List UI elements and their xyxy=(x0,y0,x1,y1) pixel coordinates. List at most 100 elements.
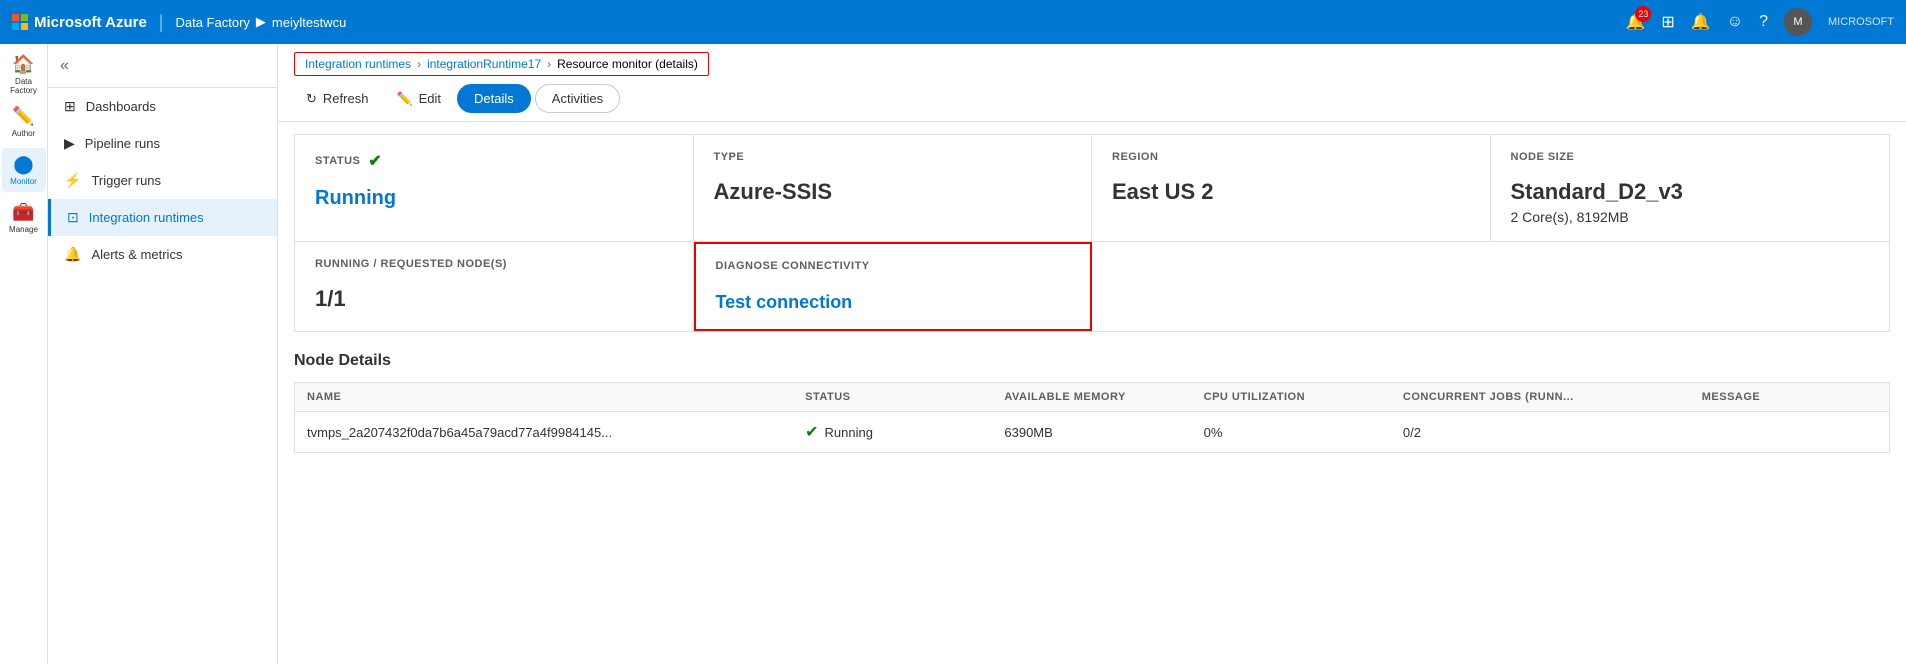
main-layout: 🏠 Data Factory ✏️ Author ⬤ Monitor 🧰 Man… xyxy=(0,44,1906,664)
info-cards-row2: RUNNING / REQUESTED NODE(S) 1/1 DIAGNOSE… xyxy=(294,242,1890,332)
nav-item-integration-runtimes[interactable]: ⊡ Integration runtimes xyxy=(48,199,277,236)
card-status-value: Running xyxy=(315,187,673,210)
pipeline-runs-icon: ▶ xyxy=(64,135,75,152)
nav-label-alerts-metrics: Alerts & metrics xyxy=(91,247,182,262)
row-status-label: Running xyxy=(825,425,873,440)
col-header-status: STATUS xyxy=(793,391,992,403)
card-node-size: NODE SIZE Standard_D2_v3 2 Core(s), 8192… xyxy=(1491,135,1890,241)
node-details: Node Details NAME STATUS AVAILABLE MEMOR… xyxy=(294,352,1890,453)
edit-label: Edit xyxy=(419,91,441,106)
sidebar-item-monitor[interactable]: ⬤ Monitor xyxy=(2,148,46,192)
card-status-label: STATUS ✔ xyxy=(315,151,673,171)
card-type-value: Azure-SSIS xyxy=(714,179,1072,205)
cell-cpu: 0% xyxy=(1192,412,1391,452)
nav-panel: « ⊞ Dashboards ▶ Pipeline runs ⚡ Trigger… xyxy=(48,44,278,664)
left-sidebar: 🏠 Data Factory ✏️ Author ⬤ Monitor 🧰 Man… xyxy=(0,44,48,664)
integration-runtimes-icon: ⊡ xyxy=(67,209,79,226)
tab-activities[interactable]: Activities xyxy=(535,84,620,113)
breadcrumb-runtime17[interactable]: integrationRuntime17 xyxy=(427,57,541,71)
breadcrumb: Integration runtimes › integrationRuntim… xyxy=(294,52,709,76)
card-type: TYPE Azure-SSIS xyxy=(694,135,1093,241)
card-region: REGION East US 2 xyxy=(1092,135,1491,241)
nav-breadcrumb-instance[interactable]: meiyltestwcu xyxy=(272,15,346,30)
breadcrumb-bar: Integration runtimes › integrationRuntim… xyxy=(278,44,1906,76)
col-header-cpu: CPU UTILIZATION xyxy=(1192,391,1391,403)
card-node-size-value: Standard_D2_v3 xyxy=(1511,179,1870,205)
sidebar-item-manage[interactable]: 🧰 Manage xyxy=(2,196,46,240)
nav-item-pipeline-runs[interactable]: ▶ Pipeline runs xyxy=(48,125,277,162)
card-region-label: REGION xyxy=(1112,151,1470,163)
nav-breadcrumb-arrow: ▶ xyxy=(256,14,266,30)
notifications-icon[interactable]: 🔔 23 xyxy=(1626,12,1646,32)
help-icon[interactable]: ? xyxy=(1759,13,1768,31)
trigger-runs-icon: ⚡ xyxy=(64,172,81,189)
brand-label: Microsoft Azure xyxy=(34,14,147,31)
avatar[interactable]: M xyxy=(1784,8,1812,36)
sidebar-label-author: Author xyxy=(12,129,36,138)
dashboards-icon: ⊞ xyxy=(64,98,76,115)
card-diagnose-label: DIAGNOSE CONNECTIVITY xyxy=(716,260,1071,272)
smiley-icon[interactable]: ☺ xyxy=(1727,13,1743,31)
microsoft-label: MICROSOFT xyxy=(1828,16,1894,28)
nav-breadcrumb-df[interactable]: Data Factory xyxy=(175,15,249,30)
top-nav-right: 🔔 23 ⊞ 🔔 ☺ ? M MICROSOFT xyxy=(1626,8,1895,36)
card-nodes-label: RUNNING / REQUESTED NODE(S) xyxy=(315,258,673,270)
table-header: NAME STATUS AVAILABLE MEMORY CPU UTILIZA… xyxy=(294,382,1890,412)
nav-separator: | xyxy=(159,12,164,33)
home-icon: 🏠 xyxy=(12,54,34,75)
manage-icon: 🧰 xyxy=(12,202,34,223)
info-cards-row1: STATUS ✔ Running TYPE Azure-SSIS REGION … xyxy=(294,134,1890,242)
card-type-label: TYPE xyxy=(714,151,1072,163)
table-row: tvmps_2a207432f0da7b6a45a79acd77a4f99841… xyxy=(294,412,1890,453)
tab-activities-label: Activities xyxy=(552,91,603,106)
edit-button[interactable]: ✏️ Edit xyxy=(384,85,453,113)
refresh-button[interactable]: ↻ Refresh xyxy=(294,85,380,113)
breadcrumb-current: Resource monitor (details) xyxy=(557,57,698,71)
node-details-title: Node Details xyxy=(294,352,1890,370)
col-header-memory: AVAILABLE MEMORY xyxy=(992,391,1191,403)
card-empty xyxy=(1092,242,1889,331)
sidebar-label-manage: Manage xyxy=(9,225,38,234)
nav-item-alerts-metrics[interactable]: 🔔 Alerts & metrics xyxy=(48,236,277,273)
tab-details-label: Details xyxy=(474,91,514,106)
brand: Microsoft Azure xyxy=(12,14,147,31)
row-status-icon: ✔ xyxy=(805,422,818,442)
sidebar-item-data-factory[interactable]: 🏠 Data Factory xyxy=(2,52,46,96)
col-header-name: NAME xyxy=(295,391,793,403)
grid-icon[interactable]: ⊞ xyxy=(1661,12,1674,32)
sidebar-label-data-factory: Data Factory xyxy=(2,77,46,95)
card-status: STATUS ✔ Running xyxy=(295,135,694,241)
refresh-icon: ↻ xyxy=(306,91,317,107)
toolbar: ↻ Refresh ✏️ Edit Details Activities xyxy=(278,76,1906,122)
collapse-button[interactable]: « xyxy=(60,57,69,75)
refresh-label: Refresh xyxy=(323,91,369,106)
nav-item-dashboards[interactable]: ⊞ Dashboards xyxy=(48,88,277,125)
notification-badge: 23 xyxy=(1635,6,1651,22)
status-check-icon: ✔ xyxy=(368,151,382,171)
sidebar-label-monitor: Monitor xyxy=(10,177,37,186)
nav-label-pipeline-runs: Pipeline runs xyxy=(85,136,160,151)
breadcrumb-integration-runtimes[interactable]: Integration runtimes xyxy=(305,57,411,71)
monitor-icon: ⬤ xyxy=(13,154,33,175)
nav-label-integration-runtimes: Integration runtimes xyxy=(89,210,204,225)
alert-icon[interactable]: 🔔 xyxy=(1691,12,1711,32)
cell-name: tvmps_2a207432f0da7b6a45a79acd77a4f99841… xyxy=(295,412,793,452)
author-icon: ✏️ xyxy=(12,106,34,127)
nav-breadcrumb: Data Factory ▶ meiyltestwcu xyxy=(175,14,346,30)
card-node-size-sub: 2 Core(s), 8192MB xyxy=(1511,209,1870,225)
card-region-value: East US 2 xyxy=(1112,179,1470,205)
test-connection-button[interactable]: Test connection xyxy=(716,292,1071,313)
edit-icon: ✏️ xyxy=(396,91,412,107)
card-nodes-value: 1/1 xyxy=(315,286,673,312)
cell-jobs: 0/2 xyxy=(1391,412,1690,452)
cell-message xyxy=(1690,412,1889,452)
card-diagnose: DIAGNOSE CONNECTIVITY Test connection xyxy=(694,242,1093,331)
nav-item-trigger-runs[interactable]: ⚡ Trigger runs xyxy=(48,162,277,199)
nav-label-trigger-runs: Trigger runs xyxy=(91,173,161,188)
tab-details[interactable]: Details xyxy=(457,84,531,113)
sidebar-item-author[interactable]: ✏️ Author xyxy=(2,100,46,144)
top-nav: Microsoft Azure | Data Factory ▶ meiylte… xyxy=(0,0,1906,44)
col-header-message: MESSAGE xyxy=(1690,391,1889,403)
col-header-jobs: CONCURRENT JOBS (RUNN... xyxy=(1391,391,1690,403)
windows-icon xyxy=(12,14,28,30)
